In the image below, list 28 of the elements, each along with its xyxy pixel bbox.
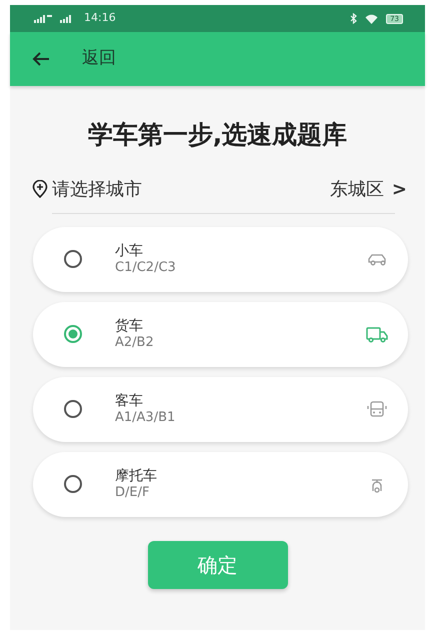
status-time: 14:16	[84, 10, 116, 26]
radio-button[interactable]	[63, 249, 83, 269]
city-label: 请选择城市	[52, 178, 142, 202]
radio-button[interactable]	[63, 474, 83, 494]
vehicle-option[interactable]: 货车 A2/B2	[33, 302, 408, 366]
license-classes: D/E/F	[115, 484, 150, 500]
back-icon	[32, 51, 50, 67]
license-classes: A1/A3/B1	[115, 410, 176, 426]
vehicle-option[interactable]: 小车 C1/C2/C3	[33, 226, 408, 292]
vehicle-name: 货车	[115, 318, 144, 335]
bus-icon	[366, 400, 388, 418]
vehicle-name: 小车	[115, 242, 144, 260]
vehicle-name: 客车	[115, 392, 144, 410]
license-classes: A2/B2	[115, 334, 154, 350]
vehicle-option[interactable]: 客车 A1/A3/B1	[33, 376, 408, 442]
vehicle-option[interactable]: 摩托车 D/E/F	[33, 452, 408, 516]
wifi-icon	[365, 14, 378, 24]
page-heading: 学车第一步,选速成题库	[86, 119, 348, 151]
radio-button[interactable]	[63, 324, 83, 344]
radio-button[interactable]	[63, 399, 83, 419]
city-selector[interactable]: 东城区 >	[330, 176, 407, 202]
vehicle-name: 摩托车	[115, 468, 157, 485]
location-icon	[32, 180, 48, 198]
license-classes: C1/C2/C3	[115, 260, 176, 276]
signal-icon	[32, 14, 54, 24]
truck-icon	[366, 326, 388, 342]
back-button[interactable]: 返回	[32, 46, 116, 72]
bluetooth-icon	[350, 13, 358, 24]
